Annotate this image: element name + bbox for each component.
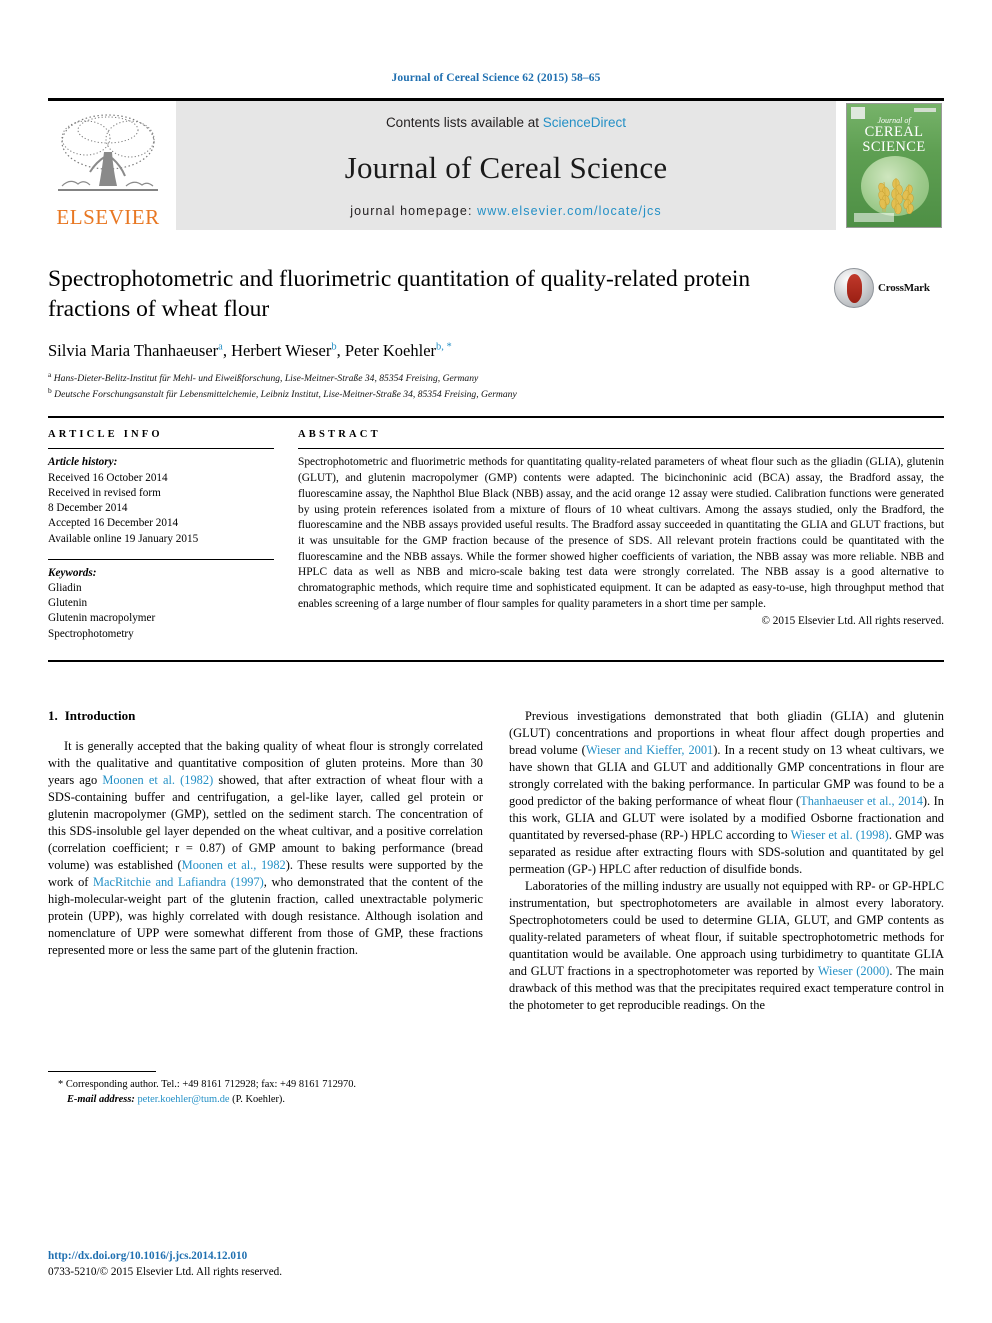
affiliation-item: a Hans-Dieter-Belitz-Institut für Mehl- … [48, 370, 824, 386]
author-affiliation-marker: b, * [436, 341, 452, 353]
paper-page: Journal of Cereal Science 62 (2015) 58–6… [0, 0, 992, 1323]
keywords-block: Keywords: Gliadin Glutenin Glutenin macr… [48, 566, 274, 642]
author-name: Peter Koehler [344, 341, 437, 361]
paragraph: It is generally accepted that the baking… [48, 738, 484, 957]
author-separator: , [336, 341, 345, 361]
affiliation-marker: b [48, 386, 52, 396]
author-name: Silvia Maria Thanhaeuser [48, 341, 219, 361]
history-item: Accepted 16 December 2014 [48, 517, 179, 530]
affiliation-item: b Deutsche Forschungsanstalt für Lebensm… [48, 386, 824, 402]
history-item: Received in revised form [48, 486, 161, 499]
journal-homepage-link[interactable]: www.elsevier.com/locate/jcs [477, 204, 662, 218]
elsevier-logo: ELSEVIER [48, 101, 168, 230]
history-item: Available online 19 January 2015 [48, 532, 199, 545]
corresponding-author-footnote: * Corresponding author. Tel.: +49 8161 7… [48, 1078, 483, 1108]
contents-lists-line: Contents lists available at ScienceDirec… [386, 115, 626, 130]
affiliation-marker: a [48, 370, 52, 380]
keyword-item: Glutenin [48, 597, 88, 610]
title-block: CrossMark Spectrophotometric and fluorim… [48, 264, 944, 402]
masthead-center: Contents lists available at ScienceDirec… [176, 101, 836, 230]
info-abstract-section: ARTICLE INFO Article history: Received 1… [48, 429, 944, 642]
elsevier-tree-icon [56, 112, 160, 206]
crossmark-icon [834, 268, 874, 308]
citation-link[interactable]: Wieser (2000) [818, 964, 889, 978]
cover-title-line2: CEREAL [864, 124, 924, 141]
footnote-text: Corresponding author. Tel.: +49 8161 712… [65, 1079, 356, 1091]
footnote-rule [48, 1071, 156, 1073]
title-abstract-divider [48, 416, 944, 419]
paragraph: Previous investigations demonstrated tha… [509, 708, 944, 876]
elsevier-wordmark: ELSEVIER [56, 205, 160, 229]
section-heading-introduction: 1. Introduction [48, 708, 483, 724]
section-number: 1. [48, 707, 58, 723]
citation-link[interactable]: Moonen et al., 1982 [182, 858, 286, 872]
article-history-label: Article history: [48, 456, 118, 469]
affiliation-list: a Hans-Dieter-Belitz-Institut für Mehl- … [48, 370, 824, 402]
cover-footer-mark [854, 213, 894, 222]
body-column-left: 1. Introduction It is generally accepted … [48, 708, 483, 1108]
footnote-marker: * [58, 1079, 64, 1091]
cover-issn-mark [914, 108, 936, 112]
journal-homepage-line: journal homepage: www.elsevier.com/locat… [350, 204, 661, 218]
article-info-column: ARTICLE INFO Article history: Received 1… [48, 429, 298, 642]
abstract-copyright: © 2015 Elsevier Ltd. All rights reserved… [761, 614, 945, 627]
citation-link[interactable]: Thanhaeuser et al., 2014 [800, 794, 923, 808]
email-label: E-mail address: [67, 1094, 135, 1106]
journal-cover-thumbnail: Journal of CEREAL SCIENCE [844, 101, 944, 230]
affiliation-text: Deutsche Forschungsanstalt für Lebensmit… [54, 389, 517, 401]
author-name: Herbert Wieser [231, 341, 332, 361]
abstract-heading: ABSTRACT [298, 429, 381, 441]
doi-link[interactable]: http://dx.doi.org/10.1016/j.jcs.2014.12.… [48, 1249, 282, 1265]
footer-doi-block: http://dx.doi.org/10.1016/j.jcs.2014.12.… [48, 1249, 282, 1281]
cover-title-line3: SCIENCE [862, 138, 926, 155]
journal-cover-image: Journal of CEREAL SCIENCE [846, 103, 942, 228]
journal-masthead: ELSEVIER Contents lists available at Sci… [48, 98, 944, 230]
abstract-column: ABSTRACT Spectrophotometric and fluorime… [298, 429, 944, 642]
body-column-right: Previous investigations demonstrated tha… [509, 708, 944, 1108]
abstract-body-divider [48, 659, 944, 662]
keywords-rule [48, 558, 274, 560]
email-suffix: (P. Koehler). [232, 1094, 285, 1106]
sciencedirect-link[interactable]: ScienceDirect [543, 115, 626, 130]
citation-link[interactable]: Wieser et al. (1998) [791, 828, 889, 842]
email-link[interactable]: peter.koehler@tum.de [137, 1094, 229, 1105]
journal-title: Journal of Cereal Science [344, 149, 668, 185]
page-title: Spectrophotometric and fluorimetric quan… [48, 266, 751, 323]
body-columns: 1. Introduction It is generally accepted … [48, 708, 944, 1108]
history-item: Received 16 October 2014 [48, 471, 168, 484]
wheat-ears-icon [873, 166, 919, 215]
cover-title: Journal of CEREAL SCIENCE [847, 116, 941, 155]
article-history-block: Article history: Received 16 October 201… [48, 455, 274, 546]
article-info-rule [48, 448, 274, 450]
contents-lists-prefix: Contents lists available at [385, 115, 543, 130]
paragraph: Laboratories of the milling industry are… [509, 878, 944, 1012]
issn-copyright-line: 0733-5210/© 2015 Elsevier Ltd. All right… [48, 1266, 283, 1279]
abstract-text: Spectrophotometric and fluorimetric meth… [298, 456, 944, 610]
citation-link[interactable]: Wieser and Kieffer, 2001 [586, 743, 713, 757]
crossmark-label: CrossMark [878, 282, 930, 294]
crossmark-badge[interactable]: CrossMark [834, 266, 944, 310]
abstract-rule [298, 448, 944, 450]
footnote-area: * Corresponding author. Tel.: +49 8161 7… [48, 1071, 483, 1108]
citation-link[interactable]: MacRitchie and Lafiandra (1997) [93, 875, 264, 889]
article-info-heading: ARTICLE INFO [48, 429, 163, 441]
history-item: 8 December 2014 [48, 502, 128, 515]
affiliation-text: Hans-Dieter-Belitz-Institut für Mehl- un… [53, 373, 479, 385]
keyword-item: Glutenin macropolymer [48, 612, 156, 625]
author-list: Silvia Maria Thanhaeusera, Herbert Wiese… [48, 341, 824, 361]
citation-link[interactable]: Moonen et al. (1982) [102, 773, 213, 787]
journal-homepage-label: journal homepage: [350, 204, 478, 218]
running-head: Journal of Cereal Science 62 (2015) 58–6… [391, 72, 601, 84]
keyword-item: Spectrophotometry [48, 627, 134, 640]
keyword-item: Gliadin [48, 581, 82, 594]
author-separator: , [222, 341, 232, 361]
section-title-text: Introduction [64, 707, 136, 723]
keywords-label: Keywords: [48, 566, 97, 579]
